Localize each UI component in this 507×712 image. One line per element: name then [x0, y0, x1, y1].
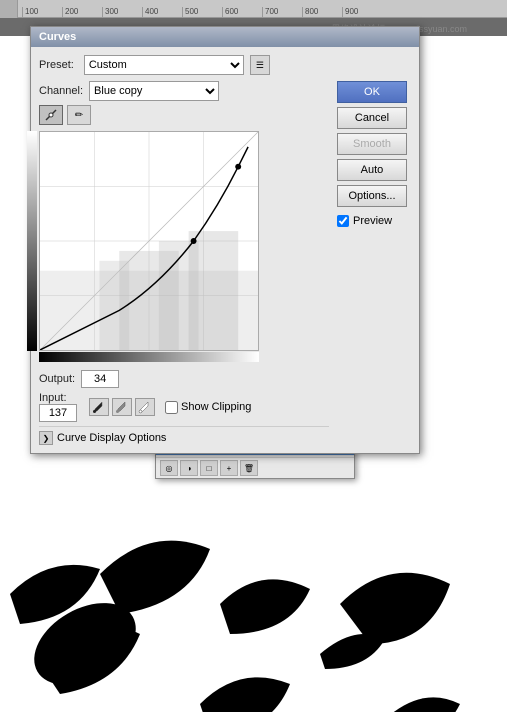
ruler-tick: 600: [222, 7, 262, 17]
channel-select-row: Channel: Blue copy: [39, 81, 329, 101]
preset-label: Preset:: [39, 59, 74, 71]
curve-container: [39, 131, 329, 362]
eyedroppers: [89, 398, 155, 416]
ruler-corner: [0, 0, 18, 18]
output-field[interactable]: 34: [81, 370, 119, 388]
channel-label: Channel:: [39, 85, 83, 97]
channels-toolbar: ◎ ◑ □ + 🗑: [156, 457, 354, 478]
channel-dropdown[interactable]: Blue copy: [89, 81, 219, 101]
curve-toolbar: ✏: [39, 105, 329, 125]
main-area: 思缘设计论坛 www.missyuan.com Curves Preset: C…: [0, 18, 507, 712]
ruler-tick: 300: [102, 7, 142, 17]
ruler-tick: 700: [262, 7, 302, 17]
dialog-left: Channel: Blue copy ✏: [39, 81, 329, 445]
smooth-button[interactable]: Smooth: [337, 133, 407, 155]
curve-pencil-tool[interactable]: ✏: [67, 105, 91, 125]
curve-display[interactable]: [39, 131, 259, 351]
channel-new-button[interactable]: +: [220, 460, 238, 476]
options-button[interactable]: Options...: [337, 185, 407, 207]
curves-dialog: Curves Preset: Custom ☰ Channel:: [30, 26, 420, 454]
dialog-content-row: Channel: Blue copy ✏: [39, 81, 411, 445]
preview-checkbox[interactable]: [337, 215, 349, 227]
expand-button[interactable]: ❯: [39, 431, 53, 445]
curve-point-tool[interactable]: [39, 105, 63, 125]
input-section: Input:: [39, 392, 77, 422]
ruler-ticks: 100 200 300 400 500 600 700 800 900: [2, 0, 382, 17]
preset-row: Preset: Custom ☰: [39, 55, 411, 75]
ruler-tick: 800: [302, 7, 342, 17]
gray-eyedropper[interactable]: [112, 398, 132, 416]
auto-button[interactable]: Auto: [337, 159, 407, 181]
dialog-right-buttons: OK Cancel Smooth Auto Options... Preview: [337, 81, 411, 445]
channel-delete-button[interactable]: 🗑: [240, 460, 258, 476]
dialog-title-bar: Curves: [31, 27, 419, 47]
ok-button[interactable]: OK: [337, 81, 407, 103]
ruler: 100 200 300 400 500 600 700 800 900: [0, 0, 507, 18]
dialog-body: Preset: Custom ☰ Channel: Blue copy: [31, 47, 419, 453]
black-eyedropper[interactable]: [89, 398, 109, 416]
h-gradient-bar: [39, 352, 259, 362]
output-row: Output: 34: [39, 370, 329, 388]
input-label: Input:: [39, 392, 77, 404]
ruler-tick: 500: [182, 7, 222, 17]
cancel-button[interactable]: Cancel: [337, 107, 407, 129]
channel-selection-button[interactable]: ◎: [160, 460, 178, 476]
ruler-tick: 400: [142, 7, 182, 17]
output-label: Output:: [39, 373, 75, 385]
preset-menu-button[interactable]: ☰: [250, 55, 270, 75]
ruler-tick: 200: [62, 7, 102, 17]
curve-display-opts: ❯ Curve Display Options: [39, 426, 329, 445]
dialog-title: Curves: [39, 31, 76, 43]
show-clipping-label: Show Clipping: [181, 401, 251, 413]
curve-display-label: Curve Display Options: [57, 432, 166, 444]
preview-row: Preview: [337, 215, 411, 227]
show-clipping-row: Show Clipping: [165, 401, 251, 414]
preset-select[interactable]: Custom: [84, 55, 244, 75]
white-eyedropper[interactable]: [135, 398, 155, 416]
v-gradient-bar: [27, 131, 37, 351]
ruler-tick: 100: [22, 7, 62, 17]
input-field[interactable]: [39, 404, 77, 422]
curve-grid-svg: [40, 132, 258, 350]
ruler-tick: 900: [342, 7, 382, 17]
channel-save-button[interactable]: □: [200, 460, 218, 476]
channel-load-button[interactable]: ◑: [180, 460, 198, 476]
preview-label: Preview: [353, 215, 392, 227]
input-eyedropper-row: Input:: [39, 392, 329, 422]
show-clipping-checkbox[interactable]: [165, 401, 178, 414]
